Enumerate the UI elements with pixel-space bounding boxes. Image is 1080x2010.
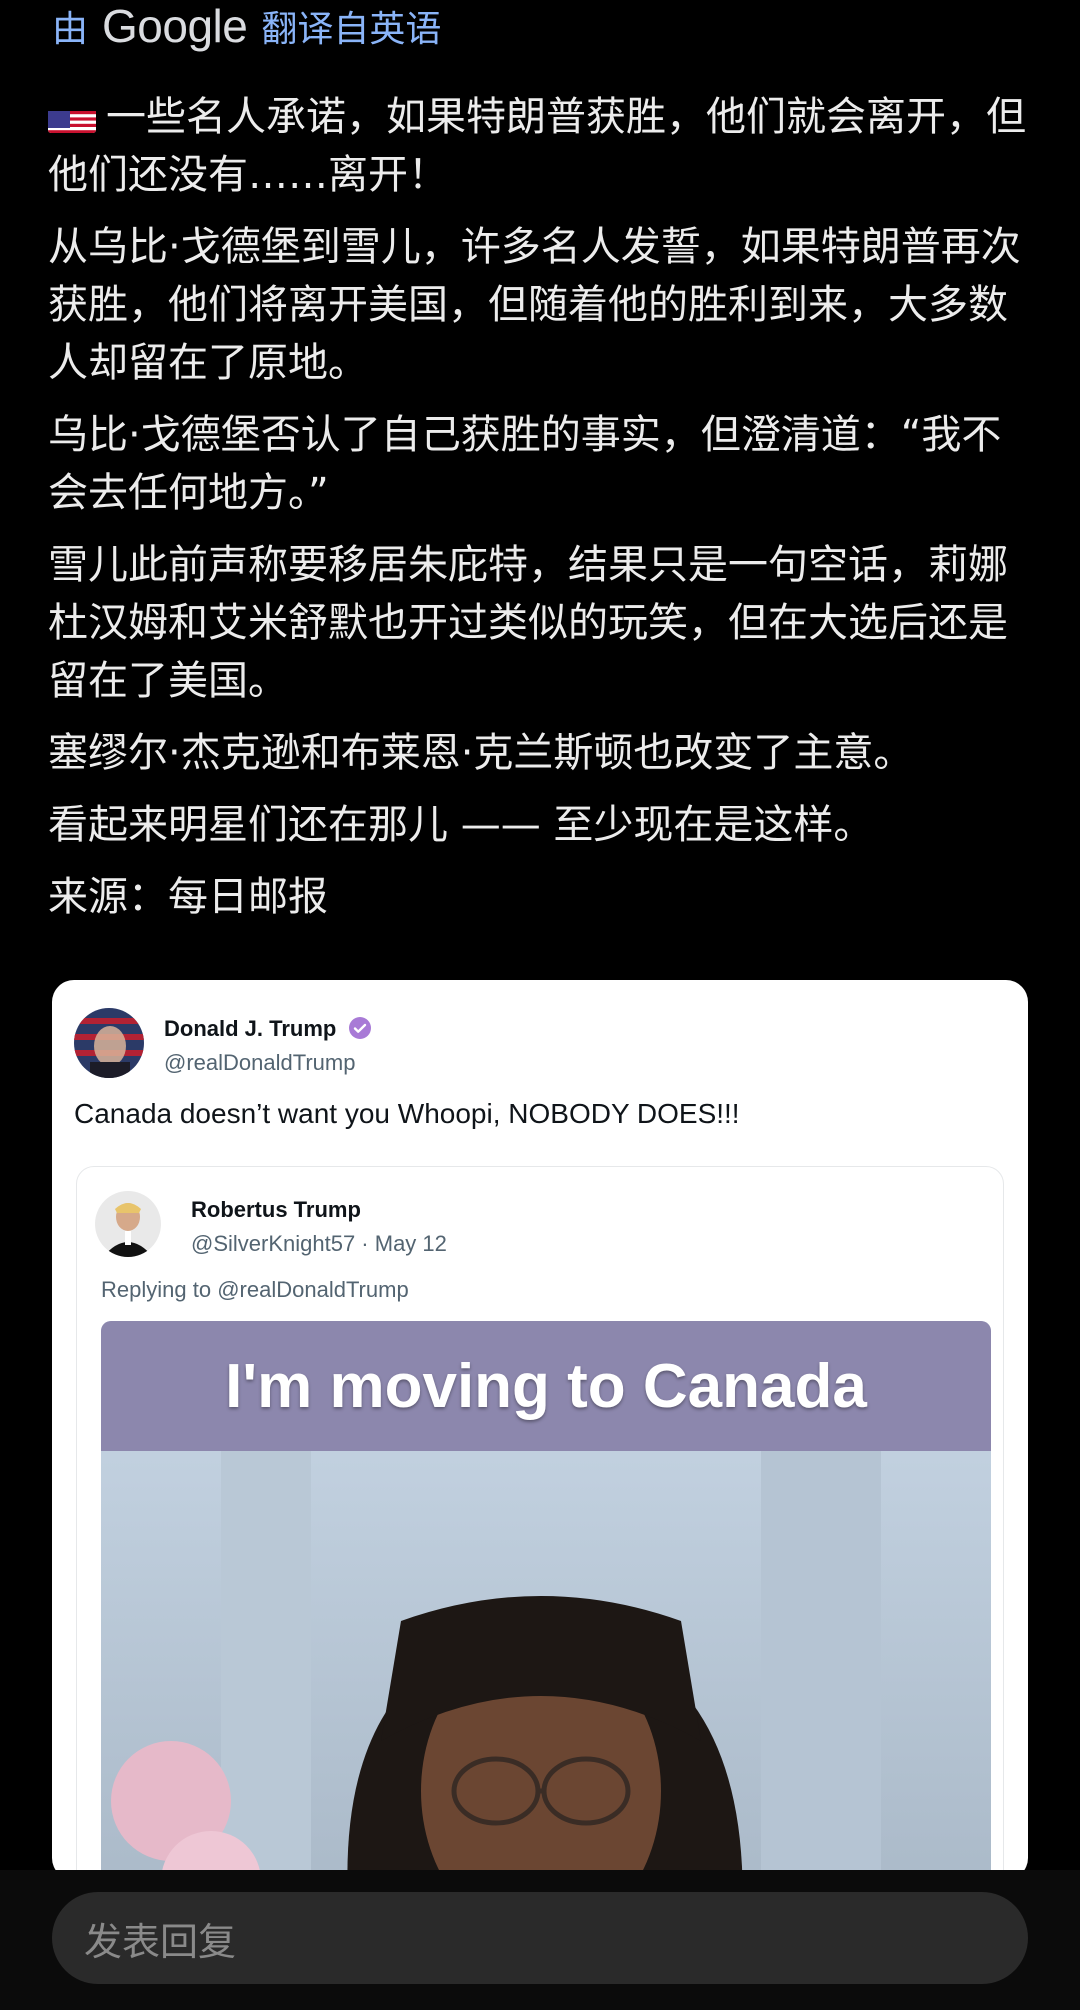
tweet-author-name[interactable]: Donald J. Trump bbox=[164, 1016, 372, 1042]
translate-bar[interactable]: 由 Google 翻译自英语 bbox=[52, 0, 441, 52]
google-logo: Google bbox=[102, 0, 248, 52]
post-paragraph: 看起来明星们还在那儿 —— 至少现在是这样。 bbox=[48, 802, 874, 848]
robertus-avatar bbox=[95, 1191, 161, 1257]
meme-image[interactable]: I'm moving to Canada bbox=[101, 1321, 991, 1880]
reply-bar: 发表回复 bbox=[0, 1870, 1080, 2010]
tweet-screenshot-card[interactable]: Donald J. Trump @realDonaldTrump Canada … bbox=[52, 980, 1028, 1880]
post-paragraph: 塞缪尔·杰克逊和布莱恩·克兰斯顿也改变了主意。 bbox=[48, 730, 914, 776]
translate-label: 翻译自英语 bbox=[261, 9, 442, 50]
replying-to-line: Replying to @realDonaldTrump bbox=[101, 1277, 409, 1302]
us-flag-icon bbox=[48, 101, 96, 133]
post-body: 一些名人承诺，如果特朗普获胜，他们就会离开，但他们还没有……离开！ 从乌比·戈德… bbox=[48, 88, 1038, 940]
reply-input[interactable]: 发表回复 bbox=[52, 1892, 1028, 1984]
verified-badge-icon bbox=[348, 1016, 372, 1040]
quoted-tweet[interactable]: Robertus Trump @SilverKnight57 · May 12 … bbox=[76, 1166, 1004, 1880]
tweet-author-handle[interactable]: @realDonaldTrump bbox=[164, 1050, 355, 1076]
trump-avatar bbox=[74, 1008, 144, 1078]
meme-caption-band: I'm moving to Canada bbox=[101, 1321, 991, 1451]
meme-caption: I'm moving to Canada bbox=[225, 1351, 867, 1421]
post-paragraph: 乌比·戈德堡否认了自己获胜的事实，但澄清道：“我不会去任何地方。” bbox=[48, 412, 1002, 516]
quoted-author-handle-date[interactable]: @SilverKnight57 · May 12 bbox=[191, 1231, 447, 1257]
quoted-author-name[interactable]: Robertus Trump bbox=[191, 1197, 361, 1223]
tweet-text: Canada doesn’t want you Whoopi, NOBODY D… bbox=[74, 1098, 740, 1129]
post-paragraph: 一些名人承诺，如果特朗普获胜，他们就会离开，但他们还没有……离开！ bbox=[48, 94, 1026, 198]
post-paragraph: 雪儿此前声称要移居朱庇特，结果只是一句空话，莉娜杜汉姆和艾米舒默也开过类似的玩笑… bbox=[48, 542, 1008, 704]
reply-placeholder: 发表回复 bbox=[84, 1919, 237, 1964]
post-source: 来源：每日邮报 bbox=[48, 874, 328, 920]
translate-prefix: 由 bbox=[52, 9, 89, 50]
post-paragraph: 从乌比·戈德堡到雪儿，许多名人发誓，如果特朗普再次获胜，他们将离开美国，但随着他… bbox=[48, 224, 1021, 386]
reply-to-handle[interactable]: @realDonaldTrump bbox=[217, 1277, 408, 1302]
